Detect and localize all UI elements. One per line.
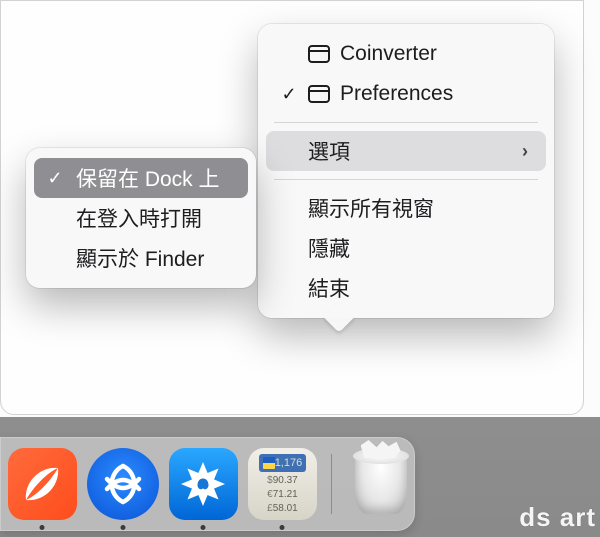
menu-separator: [274, 179, 538, 180]
menu-label: 隱藏: [308, 233, 528, 263]
menu-label: 在登入時打開: [76, 203, 230, 233]
dock-trash[interactable]: [346, 448, 415, 520]
dock-separator: [331, 454, 332, 514]
trash-icon: [355, 454, 407, 514]
dock-app-1[interactable]: [8, 448, 77, 520]
menu-window-preferences[interactable]: ✓ Preferences: [266, 74, 546, 114]
knot-icon: [100, 461, 146, 507]
dock: 1,176 $90.37 €71.21 £58.01: [0, 437, 415, 531]
menu-options[interactable]: 選項 ›: [266, 131, 546, 171]
swirl-icon: [20, 462, 64, 506]
menu-label: 顯示所有視窗: [308, 193, 528, 223]
menu-label: 保留在 Dock 上: [76, 163, 230, 193]
options-submenu: ✓ 保留在 Dock 上 在登入時打開 顯示於 Finder: [26, 148, 256, 288]
window-icon: [308, 85, 330, 103]
menu-show-all-windows[interactable]: 顯示所有視窗: [266, 188, 546, 228]
menu-label: Coinverter: [340, 42, 528, 66]
flag-icon: [263, 457, 275, 469]
menu-label: Preferences: [340, 82, 528, 106]
submenu-keep-in-dock[interactable]: ✓ 保留在 Dock 上: [34, 158, 248, 198]
running-indicator: [201, 525, 206, 530]
currency-val: 58.01: [273, 503, 298, 514]
running-indicator: [120, 525, 125, 530]
currency-val: 90.37: [273, 475, 298, 486]
dock-context-menu: Coinverter ✓ Preferences 選項 › 顯示所有視窗 隱藏 …: [258, 24, 554, 318]
menu-separator: [274, 122, 538, 123]
menu-window-coinverter[interactable]: Coinverter: [266, 34, 546, 74]
running-indicator: [40, 525, 45, 530]
check-icon: ✓: [280, 84, 298, 105]
dock-app-coinverter[interactable]: 1,176 $90.37 €71.21 £58.01: [248, 448, 317, 520]
submenu-show-in-finder[interactable]: 顯示於 Finder: [34, 238, 248, 278]
currency-val: 71.21: [273, 489, 298, 500]
menu-label: 結束: [308, 273, 528, 303]
running-indicator: [280, 525, 285, 530]
menu-hide[interactable]: 隱藏: [266, 228, 546, 268]
check-icon: ✓: [44, 168, 66, 189]
dock-app-3[interactable]: [169, 448, 238, 520]
gear-star-icon: [178, 459, 228, 509]
background-text: ds art: [519, 502, 596, 533]
dock-app-2[interactable]: [87, 448, 159, 520]
chevron-right-icon: ›: [522, 141, 528, 162]
window-icon: [308, 45, 330, 63]
menu-label: 選項: [308, 136, 512, 166]
menu-label: 顯示於 Finder: [76, 243, 230, 273]
submenu-open-at-login[interactable]: 在登入時打開: [34, 198, 248, 238]
widget-top-value: 1,176: [275, 457, 303, 469]
menu-quit[interactable]: 結束: [266, 268, 546, 308]
